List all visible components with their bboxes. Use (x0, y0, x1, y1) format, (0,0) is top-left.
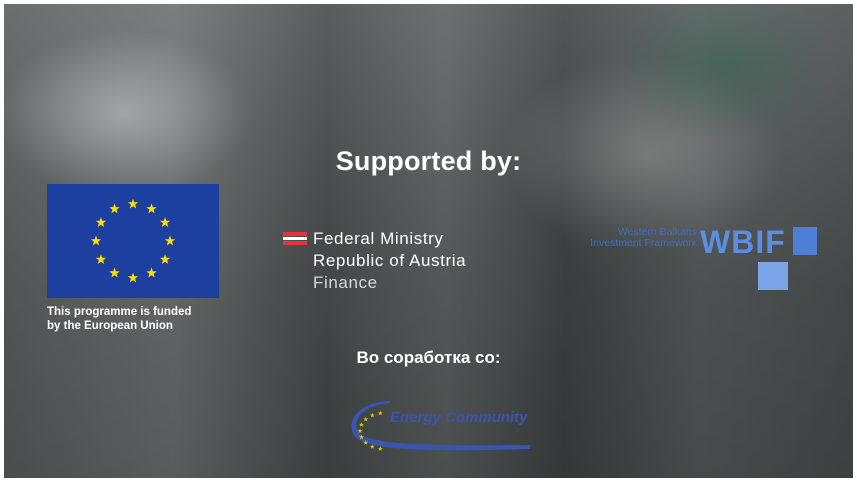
energy-community-logo: Energy Community (350, 397, 540, 453)
ministry-line3: Finance (313, 273, 378, 292)
eu-funding-caption: This programme is funded by the European… (47, 305, 191, 333)
ministry-line2: Republic of Austria (313, 251, 467, 270)
eu-caption-line1: This programme is funded (47, 306, 192, 318)
wbif-full-name: Western Balkans Investment Framework (547, 227, 697, 249)
credits-overlay: Supported by: This programme is funded b… (4, 4, 853, 478)
ministry-line1: Federal Ministry (313, 229, 444, 248)
wbif-line2: Investment Framework (590, 237, 697, 249)
energy-community-label: Energy Community (390, 409, 528, 426)
collaboration-heading: Во соработка со: (356, 348, 501, 367)
wbif-square-icon (758, 262, 788, 290)
austria-flag-icon (283, 232, 307, 246)
eu-flag-logo (47, 184, 219, 298)
video-frame: Supported by: This programme is funded b… (4, 4, 853, 478)
eu-stars-icon (90, 198, 176, 283)
eu-caption-line2: by the European Union (47, 320, 173, 332)
supported-by-heading: Supported by: (335, 146, 522, 176)
wbif-square-icon (793, 227, 817, 255)
wbif-acronym: WBIF (700, 224, 786, 260)
